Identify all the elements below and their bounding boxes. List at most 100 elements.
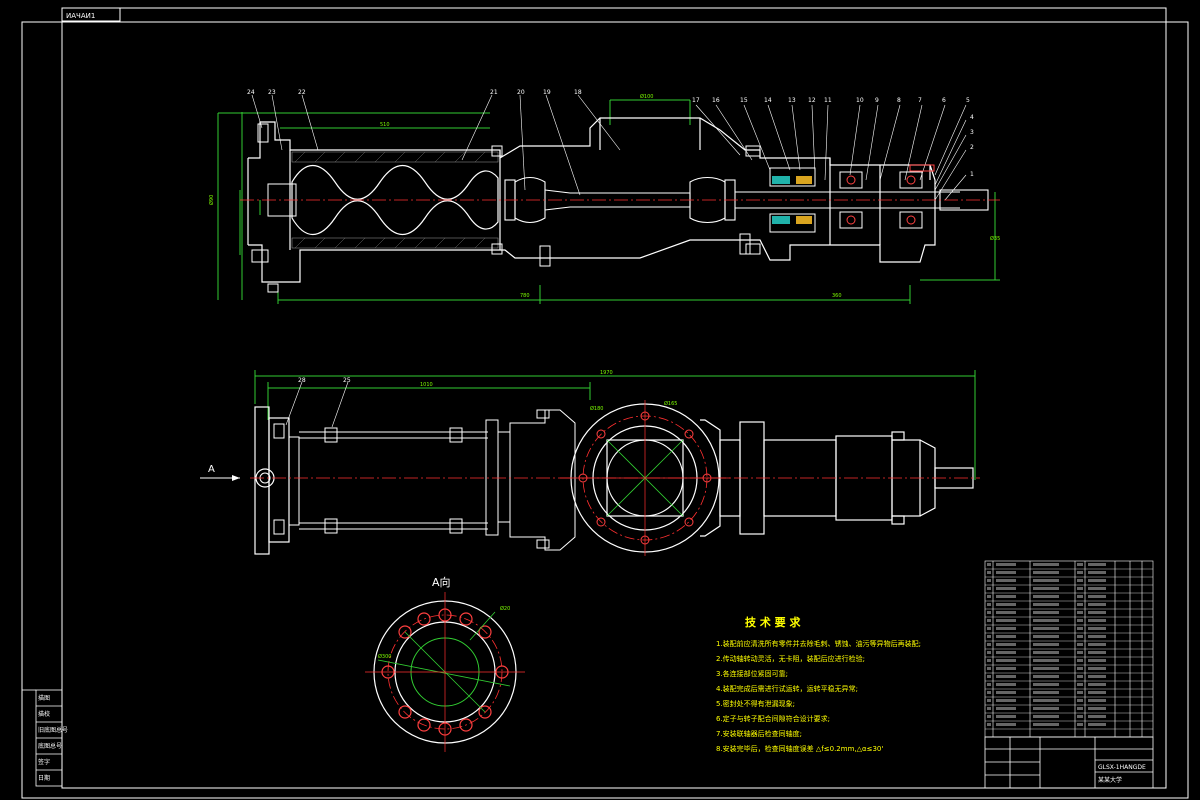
svg-text:19: 19 bbox=[543, 89, 551, 96]
svg-text:3: 3 bbox=[970, 129, 974, 136]
parts-cell-mark bbox=[1088, 707, 1106, 710]
tech-item: 7.安装联轴器后检查同轴度; bbox=[716, 729, 802, 738]
svg-text:Ø165: Ø165 bbox=[664, 400, 677, 407]
engineering-drawing: ИАЧАИ1 24 23 22 21 20 19 1817 16 15 14 1… bbox=[21, 7, 1189, 799]
parts-cell-mark bbox=[1033, 699, 1059, 702]
svg-text:16: 16 bbox=[712, 97, 720, 104]
svg-text:8: 8 bbox=[897, 97, 901, 104]
strip-cell: 描图 bbox=[38, 694, 50, 702]
svg-text:6: 6 bbox=[942, 97, 946, 104]
parts-cell-mark bbox=[1077, 683, 1083, 686]
parts-cell-mark bbox=[996, 715, 1016, 718]
parts-cell-mark bbox=[996, 667, 1016, 670]
parts-cell-mark bbox=[1088, 691, 1106, 694]
parts-cell-mark bbox=[987, 563, 991, 566]
tech-item: 4.装配完成后需进行试运转，运转平稳无异常; bbox=[716, 684, 858, 693]
svg-text:28: 28 bbox=[298, 377, 306, 384]
strip-cell: 底图总号 bbox=[38, 742, 62, 750]
plan-view: 1970 1010 28 25 Ø180 Ø165 A bbox=[200, 370, 980, 556]
parts-cell-mark bbox=[1077, 667, 1083, 670]
drawing-number: GLSX-1HANGDE bbox=[1098, 764, 1146, 771]
outer-border bbox=[21, 21, 1189, 799]
parts-cell-mark bbox=[987, 611, 991, 614]
parts-cell-mark bbox=[1088, 595, 1106, 598]
parts-cell-mark bbox=[1088, 563, 1106, 566]
parts-cell-mark bbox=[996, 603, 1016, 606]
svg-text:7: 7 bbox=[918, 97, 922, 104]
parts-cell-mark bbox=[996, 683, 1016, 686]
parts-cell-mark bbox=[987, 699, 991, 702]
svg-text:11: 11 bbox=[824, 97, 832, 104]
parts-cell-mark bbox=[987, 723, 991, 726]
section-view: 24 23 22 21 20 19 1817 16 15 14 13 12 11 10 987 6… bbox=[208, 89, 1000, 304]
parts-cell-mark bbox=[1033, 611, 1059, 614]
parts-cell-mark bbox=[1077, 563, 1083, 566]
svg-text:360: 360 bbox=[832, 293, 842, 299]
parts-cell-mark bbox=[996, 707, 1016, 710]
parts-cell-mark bbox=[1033, 571, 1059, 574]
parts-cell-mark bbox=[987, 691, 991, 694]
view-a-title: A向 bbox=[432, 575, 451, 589]
parts-cell-mark bbox=[987, 635, 991, 638]
parts-cell-mark bbox=[987, 667, 991, 670]
svg-text:1970: 1970 bbox=[600, 370, 613, 376]
parts-cell-mark bbox=[996, 595, 1016, 598]
svg-text:4: 4 bbox=[970, 114, 974, 121]
svg-text:Ø300: Ø300 bbox=[378, 653, 391, 660]
svg-text:Ø90: Ø90 bbox=[208, 195, 215, 205]
strip-cell: 描校 bbox=[38, 710, 50, 718]
parts-cell-mark bbox=[1077, 587, 1083, 590]
parts-cell-mark bbox=[1088, 611, 1106, 614]
parts-cell-mark bbox=[987, 707, 991, 710]
parts-cell-mark bbox=[1033, 707, 1059, 710]
svg-text:17: 17 bbox=[692, 97, 700, 104]
tech-item: 8.安装完毕后，检查同轴度误差 △f≤0.2mm,△α≤30' bbox=[716, 744, 883, 753]
parts-cell-mark bbox=[996, 627, 1016, 630]
parts-cell-mark bbox=[1033, 579, 1059, 582]
parts-cell-mark bbox=[987, 571, 991, 574]
parts-cell-mark bbox=[1077, 699, 1083, 702]
parts-cell-mark bbox=[1077, 619, 1083, 622]
svg-text:780: 780 bbox=[520, 293, 530, 299]
school-name: 某某大学 bbox=[1098, 776, 1122, 784]
parts-cell-mark bbox=[996, 699, 1016, 702]
svg-text:1010: 1010 bbox=[420, 382, 433, 388]
svg-text:Ø180: Ø180 bbox=[590, 405, 603, 412]
parts-cell-mark bbox=[987, 587, 991, 590]
a-view: A向 Ø300 Ø20 bbox=[365, 575, 525, 752]
parts-cell-mark bbox=[1033, 619, 1059, 622]
parts-cell-mark bbox=[987, 659, 991, 662]
parts-cell-mark bbox=[1088, 667, 1106, 670]
svg-text:20: 20 bbox=[517, 89, 525, 96]
parts-cell-mark bbox=[1088, 723, 1106, 726]
parts-cell-mark bbox=[1088, 643, 1106, 646]
tech-title: 技 术 要 求 bbox=[745, 615, 801, 629]
parts-cell-mark bbox=[987, 579, 991, 582]
parts-cell-mark bbox=[996, 579, 1016, 582]
parts-cell-mark bbox=[1033, 659, 1059, 662]
parts-cell-mark bbox=[1077, 603, 1083, 606]
parts-cell-mark bbox=[1088, 635, 1106, 638]
parts-cell-mark bbox=[987, 683, 991, 686]
parts-cell-mark bbox=[1033, 675, 1059, 678]
parts-cell-mark bbox=[1088, 587, 1106, 590]
parts-cell-mark bbox=[1088, 603, 1106, 606]
parts-cell-mark bbox=[1033, 627, 1059, 630]
parts-cell-mark bbox=[1077, 571, 1083, 574]
parts-cell-mark bbox=[1077, 715, 1083, 718]
parts-cell-mark bbox=[1088, 651, 1106, 654]
parts-cell-mark bbox=[987, 651, 991, 654]
parts-cell-mark bbox=[996, 675, 1016, 678]
svg-text:Ø35: Ø35 bbox=[990, 235, 1000, 242]
parts-cell-mark bbox=[987, 619, 991, 622]
strip-cell: 旧底图总号 bbox=[38, 726, 68, 734]
svg-text:2: 2 bbox=[970, 144, 974, 151]
svg-text:13: 13 bbox=[788, 97, 796, 104]
left-strip-table bbox=[22, 689, 63, 787]
svg-text:12: 12 bbox=[808, 97, 816, 104]
parts-cell-mark bbox=[1088, 683, 1106, 686]
svg-text:9: 9 bbox=[875, 97, 879, 104]
parts-cell-mark bbox=[1088, 675, 1106, 678]
parts-cell-mark bbox=[1077, 659, 1083, 662]
svg-text:5: 5 bbox=[966, 97, 970, 104]
